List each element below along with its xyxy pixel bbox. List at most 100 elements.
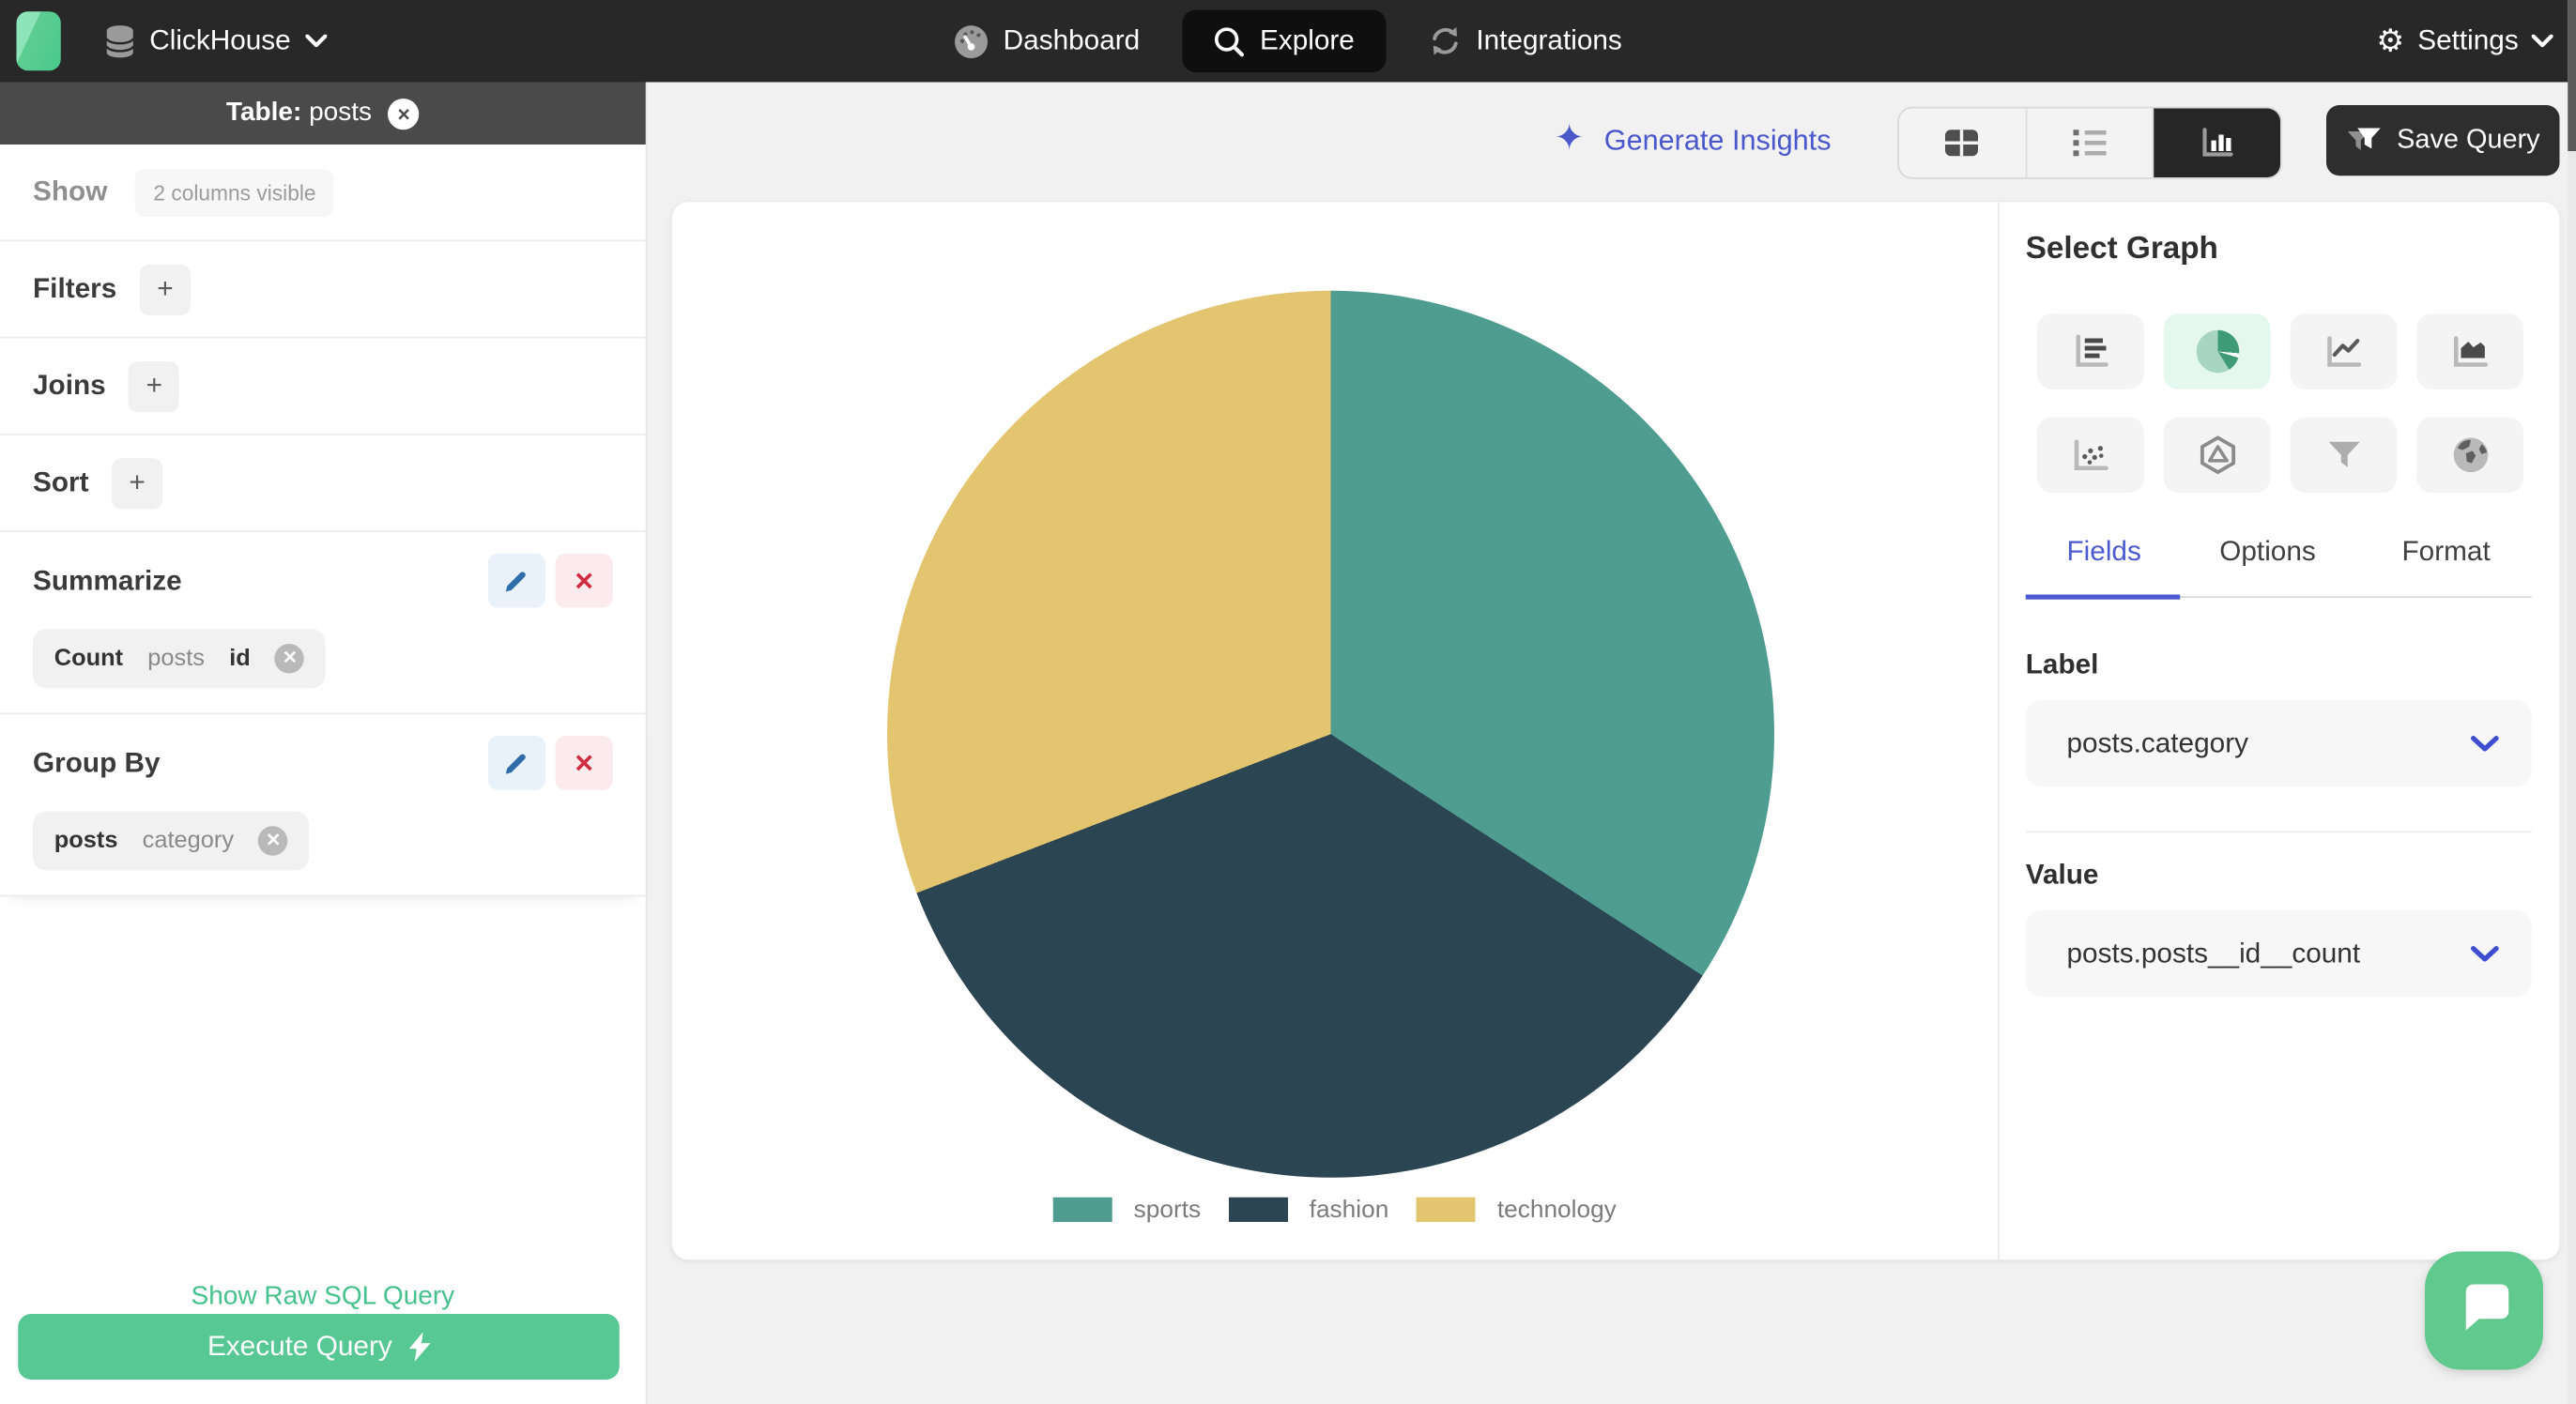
chevron-down-icon: [2531, 34, 2553, 48]
nav-label: Integrations: [1476, 24, 1622, 56]
legend-swatch: [1417, 1197, 1477, 1222]
legend-label: sports: [1133, 1196, 1202, 1224]
tab-fields[interactable]: Fields: [2067, 536, 2141, 569]
show-raw-sql-link[interactable]: Show Raw SQL Query: [0, 1283, 646, 1313]
remove-group-by-button[interactable]: ✕: [555, 736, 613, 790]
database-icon: [105, 24, 134, 57]
scrollbar-thumb[interactable]: [2568, 0, 2576, 151]
label-field-value: posts.category: [2066, 726, 2248, 758]
list-view-icon: [2073, 130, 2107, 157]
chart-view-button[interactable]: [2154, 108, 2280, 177]
execute-query-button[interactable]: Execute Query: [18, 1314, 620, 1380]
graph-type-radar-button[interactable]: [2163, 417, 2271, 493]
chevron-down-icon: [2471, 735, 2499, 751]
columns-visible-badge[interactable]: 2 columns visible: [135, 168, 334, 217]
group-by-label: Group By: [33, 746, 161, 778]
remove-chip-icon[interactable]: ✕: [275, 644, 305, 674]
sort-label: Sort: [33, 466, 89, 498]
section-divider: [2025, 831, 2532, 833]
value-field-value: posts.posts__id__count: [2066, 937, 2361, 969]
execute-query-label: Execute Query: [207, 1330, 392, 1362]
legend-swatch: [1052, 1197, 1112, 1222]
remove-summarize-button[interactable]: ✕: [555, 553, 613, 608]
legend-swatch: [1228, 1197, 1288, 1222]
filter-icon: [2347, 127, 2381, 150]
chevron-down-icon: [2471, 945, 2499, 961]
label-field-select[interactable]: posts.category: [2025, 699, 2532, 787]
sync-icon: [1432, 26, 1458, 55]
group-by-chip: posts category ✕: [33, 811, 310, 871]
view-toggle-group: [1897, 106, 2282, 179]
close-table-icon[interactable]: ×: [388, 98, 420, 130]
summarize-chip: Count posts id ✕: [33, 629, 327, 689]
gear-icon: ⚙: [2376, 22, 2405, 59]
joins-label: Joins: [33, 369, 106, 401]
result-card: sports fashion technology Select Graph F…: [671, 202, 2560, 1260]
search-icon: [1215, 26, 1245, 56]
table-view-button[interactable]: [1899, 108, 2027, 177]
label-section-title: Label: [2025, 649, 2099, 680]
legend-label: technology: [1496, 1196, 1617, 1224]
app-logo[interactable]: [16, 11, 61, 71]
nav-explore[interactable]: Explore: [1182, 9, 1387, 72]
sparkle-icon: ✦: [1554, 118, 1585, 160]
graph-type-map-button[interactable]: [2416, 417, 2523, 493]
line-chart-icon: [2326, 336, 2361, 367]
pie-chart-icon: [2195, 329, 2239, 374]
bar-chart-icon: [2075, 334, 2108, 367]
chevron-down-icon: [305, 34, 328, 48]
settings-menu[interactable]: ⚙ Settings: [2376, 0, 2553, 83]
save-query-button[interactable]: Save Query: [2326, 105, 2560, 176]
pencil-icon: [505, 754, 526, 774]
area-chart-icon: [2453, 336, 2488, 367]
show-label: Show: [33, 176, 108, 207]
map-globe-icon: [2452, 437, 2488, 473]
chat-widget-button[interactable]: [2425, 1251, 2543, 1370]
chart-view-icon: [2201, 128, 2233, 157]
tab-options[interactable]: Options: [2219, 536, 2316, 569]
generate-insights-label: Generate Insights: [1603, 122, 1832, 156]
graph-type-scatter-button[interactable]: [2037, 417, 2144, 493]
graph-type-funnel-button[interactable]: [2290, 417, 2398, 493]
group-by-section: Group By ✕ posts category ✕: [0, 714, 646, 897]
list-view-button[interactable]: [2027, 108, 2154, 177]
graph-type-line-button[interactable]: [2290, 313, 2398, 389]
remove-chip-icon[interactable]: ✕: [258, 826, 288, 856]
table-view-icon: [1945, 130, 1979, 157]
edit-summarize-button[interactable]: [487, 553, 545, 608]
lightning-icon: [408, 1332, 431, 1362]
generate-insights-button[interactable]: ✦ Generate Insights: [1554, 118, 1832, 160]
database-selector[interactable]: ClickHouse: [105, 0, 328, 83]
app-root: ClickHouse Dashboard Explore Integration…: [0, 0, 2576, 1404]
panel-divider: [1998, 202, 2000, 1260]
scrollbar[interactable]: [2568, 0, 2576, 1404]
legend-label: fashion: [1309, 1196, 1389, 1224]
nav-integrations[interactable]: Integrations: [1409, 11, 1642, 70]
chip-column: category: [142, 828, 235, 854]
graph-type-bar-button[interactable]: [2037, 313, 2144, 389]
add-sort-button[interactable]: +: [112, 457, 163, 509]
table-header: Table: posts ×: [0, 82, 646, 145]
pencil-icon: [505, 572, 526, 592]
add-filter-button[interactable]: +: [139, 263, 192, 315]
legend-item[interactable]: sports: [1052, 1196, 1202, 1224]
legend-item[interactable]: technology: [1417, 1196, 1617, 1224]
gauge-icon: [955, 24, 989, 58]
save-query-label: Save Query: [2397, 125, 2540, 155]
legend-item[interactable]: fashion: [1228, 1196, 1389, 1224]
scatter-plot-icon: [2073, 439, 2108, 471]
chip-aggregation: Count: [54, 645, 124, 672]
nav-dashboard[interactable]: Dashboard: [934, 10, 1159, 71]
chart-legend: sports fashion technology: [672, 1196, 1998, 1224]
nav-label: Explore: [1259, 24, 1355, 56]
pie-chart[interactable]: [887, 290, 1774, 1178]
show-row: Show 2 columns visible: [0, 145, 646, 242]
edit-group-by-button[interactable]: [487, 736, 545, 790]
topbar: ClickHouse Dashboard Explore Integration…: [0, 0, 2576, 83]
add-join-button[interactable]: +: [129, 360, 180, 412]
tab-format[interactable]: Format: [2402, 536, 2491, 569]
chip-column: id: [229, 645, 251, 672]
graph-type-pie-button[interactable]: [2163, 313, 2271, 389]
value-field-select[interactable]: posts.posts__id__count: [2025, 909, 2532, 998]
graph-type-area-button[interactable]: [2416, 313, 2523, 389]
